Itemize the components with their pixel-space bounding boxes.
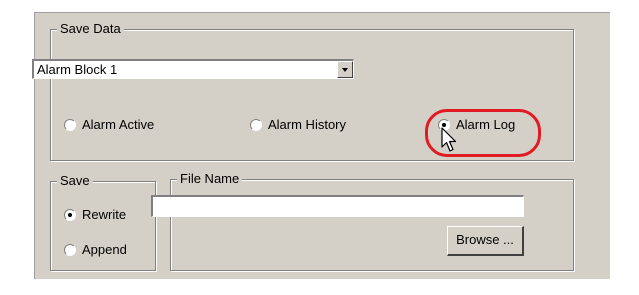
radio-rewrite-circle — [64, 208, 76, 221]
browse-button[interactable]: Browse ... — [447, 226, 524, 256]
radio-append-label: Append — [82, 242, 127, 257]
mouse-pointer-icon — [441, 127, 457, 156]
radio-alarm-history-circle — [250, 118, 262, 131]
save-data-legend: Save Data — [57, 21, 124, 37]
radio-rewrite-label: Rewrite — [82, 207, 127, 222]
radio-alarm-history[interactable]: Alarm History — [250, 117, 346, 133]
radio-alarm-active-circle — [64, 118, 76, 131]
radio-alarm-active[interactable]: Alarm Active — [64, 117, 154, 133]
radio-alarm-history-label: Alarm History — [268, 117, 347, 132]
file-name-group: File Name — [170, 171, 574, 271]
chevron-down-icon — [342, 68, 348, 72]
alarm-block-select-value: Alarm Block 1 — [37, 62, 118, 77]
save-mode-legend: Save — [57, 173, 93, 189]
radio-append[interactable]: Append — [64, 242, 127, 258]
file-name-legend: File Name — [177, 171, 243, 187]
alarm-block-select[interactable]: Alarm Block 1 — [32, 59, 354, 79]
dropdown-button[interactable] — [337, 61, 353, 78]
radio-rewrite[interactable]: Rewrite — [64, 207, 126, 223]
file-name-input[interactable] — [151, 195, 524, 217]
radio-alarm-active-label: Alarm Active — [82, 117, 155, 132]
radio-append-circle — [64, 243, 76, 256]
